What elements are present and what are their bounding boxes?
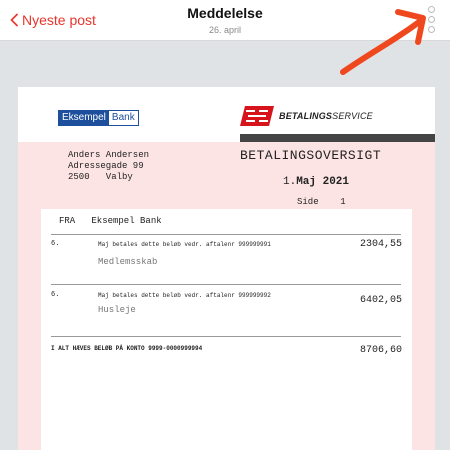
recipient-name: Anders Andersen bbox=[68, 150, 150, 160]
date-prefix: 1. bbox=[283, 176, 297, 188]
bank-logo-part2: Bank bbox=[108, 111, 138, 125]
page-number: 1 bbox=[340, 197, 346, 207]
eksempel-bank-logo: Eksempel Bank bbox=[58, 110, 139, 126]
divider bbox=[51, 336, 401, 337]
from-line: FRA Eksempel Bank bbox=[59, 216, 162, 226]
date-main: Maj 2021 bbox=[296, 176, 350, 188]
message-date: 26. april bbox=[208, 25, 242, 35]
page-label: Side bbox=[297, 197, 319, 207]
more-dots-icon[interactable] bbox=[428, 6, 436, 33]
header-bar bbox=[240, 134, 435, 142]
row-1-text: Maj betales dette beløb vedr. aftalenr 9… bbox=[98, 241, 271, 248]
letter-document: Eksempel Bank BETALINGSSERVICE Anders An… bbox=[18, 87, 435, 450]
row-1-number: 6. bbox=[51, 240, 60, 248]
recipient-address: Anders Andersen Adressegade 99 2500 Valb… bbox=[68, 150, 149, 183]
betalingsservice-wordmark-light: SERVICE bbox=[332, 111, 373, 121]
total-amount: 8706,60 bbox=[359, 345, 402, 356]
total-label: I ALT HÆVES BELØB PÅ KONTO 9999-00009999… bbox=[51, 345, 203, 352]
betalingsservice-logo: BETALINGSSERVICE bbox=[240, 106, 373, 126]
nav-bar: Nyeste post Meddelelse 26. april bbox=[0, 0, 450, 41]
payment-table: FRA Eksempel Bank 6. Maj betales dette b… bbox=[41, 209, 412, 450]
row-1-amount: 2304,55 bbox=[359, 239, 402, 250]
betalingsservice-wordmark-bold: BETALINGS bbox=[279, 111, 333, 121]
row-1-description: Medlemsskab bbox=[98, 257, 158, 267]
recipient-city: 2500 Valby bbox=[68, 172, 133, 182]
row-2-number: 6. bbox=[51, 291, 60, 299]
row-2-description: Husleje bbox=[98, 305, 136, 315]
page-indicator: Side 1 bbox=[297, 197, 346, 207]
divider bbox=[51, 234, 401, 235]
page-title: Meddelelse bbox=[187, 5, 263, 21]
document-date: 1.Maj 2021 bbox=[283, 176, 349, 188]
divider bbox=[51, 284, 401, 285]
row-2-text: Maj betales dette beløb vedr. aftalenr 9… bbox=[98, 292, 271, 299]
betalingsservice-mark-icon bbox=[240, 106, 274, 126]
row-2-amount: 6402,05 bbox=[359, 295, 402, 306]
recipient-street: Adressegade 99 bbox=[68, 161, 144, 171]
bank-logo-part1: Eksempel bbox=[59, 111, 109, 125]
betalingsservice-wordmark: BETALINGSSERVICE bbox=[279, 111, 373, 121]
document-heading: BETALINGSOVERSIGT bbox=[240, 148, 382, 163]
